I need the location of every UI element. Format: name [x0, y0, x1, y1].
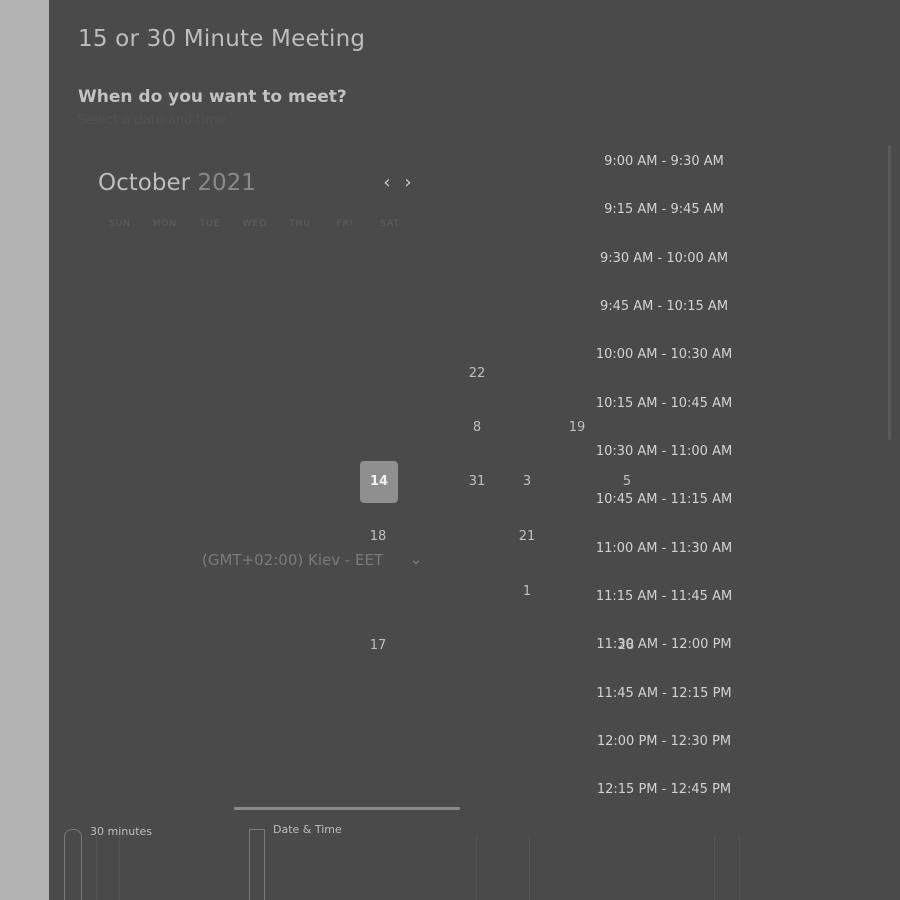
prev-month-button[interactable]: ‹ — [379, 174, 395, 192]
time-slot[interactable]: 9:15 AM - 9:45 AM — [589, 195, 739, 225]
step-divider — [119, 836, 120, 900]
time-slot[interactable]: 10:45 AM - 11:15 AM — [589, 485, 739, 515]
weekday-tue: TUE — [199, 219, 221, 229]
weekday-sun: SUN — [108, 219, 132, 229]
day-cell[interactable]: 17 — [359, 627, 397, 665]
select-hint: Select a date and time — [78, 113, 226, 128]
time-slot[interactable]: 11:45 AM - 12:15 PM — [589, 679, 739, 709]
step-duration-label: 30 minutes — [90, 825, 153, 838]
selected-day-cell[interactable]: 14 — [360, 461, 398, 503]
timezone-select[interactable]: (GMT+02:00) Kiev - EET — [202, 551, 383, 569]
question-heading: When do you want to meet? — [78, 87, 347, 107]
chevron-left-icon: ‹ — [383, 172, 391, 193]
time-slot[interactable]: 9:45 AM - 10:15 AM — [589, 292, 739, 322]
chevron-right-icon: › — [404, 172, 412, 193]
step-divider — [476, 836, 477, 900]
day-cell[interactable]: 8 — [458, 409, 496, 447]
month-label: October 2021 — [98, 170, 256, 196]
slots-scrollbar[interactable] — [888, 145, 891, 440]
weekday-fri: FRI — [336, 219, 354, 229]
time-slot[interactable]: 11:00 AM - 11:30 AM — [589, 534, 739, 564]
day-cell[interactable]: 22 — [458, 355, 496, 393]
step-divider — [529, 836, 530, 900]
clock-icon — [64, 829, 82, 900]
time-slot[interactable]: 11:30 AM - 12:00 PM — [589, 630, 739, 660]
weekday-sat: SAT — [380, 219, 400, 229]
time-slot[interactable]: 11:15 AM - 11:45 AM — [589, 582, 739, 612]
month-name: October — [98, 170, 191, 196]
chevron-down-icon: ⌄ — [410, 552, 422, 568]
time-slot[interactable]: 9:00 AM - 9:30 AM — [589, 147, 739, 177]
meeting-title: 15 or 30 Minute Meeting — [78, 26, 366, 52]
day-cell[interactable]: 31 — [458, 463, 496, 501]
weekday-mon: MON — [152, 219, 178, 229]
time-slot[interactable]: 10:00 AM - 10:30 AM — [589, 340, 739, 370]
time-slot[interactable]: 12:00 PM - 12:30 PM — [589, 727, 739, 757]
next-month-button[interactable]: › — [400, 174, 416, 192]
step-divider — [739, 836, 740, 900]
scheduling-panel: 15 or 30 Minute Meeting When do you want… — [49, 0, 900, 900]
step-datetime-label[interactable]: Date & Time — [273, 823, 342, 836]
active-step-indicator — [234, 807, 460, 810]
day-cell[interactable]: 21 — [508, 518, 546, 556]
day-cell[interactable]: 3 — [508, 463, 546, 501]
year-label: 2021 — [197, 170, 256, 196]
weekday-wed: WED — [242, 219, 268, 229]
step-divider — [714, 836, 715, 900]
time-slot[interactable]: 9:30 AM - 10:00 AM — [589, 244, 739, 274]
step-divider — [96, 836, 97, 900]
calendar-icon — [249, 829, 265, 900]
time-slot[interactable]: 12:15 PM - 12:45 PM — [589, 775, 739, 805]
time-slot[interactable]: 10:15 AM - 10:45 AM — [589, 389, 739, 419]
day-cell[interactable]: 1 — [508, 573, 546, 611]
weekday-thu: THU — [289, 219, 311, 229]
time-slot[interactable]: 10:30 AM - 11:00 AM — [589, 437, 739, 467]
